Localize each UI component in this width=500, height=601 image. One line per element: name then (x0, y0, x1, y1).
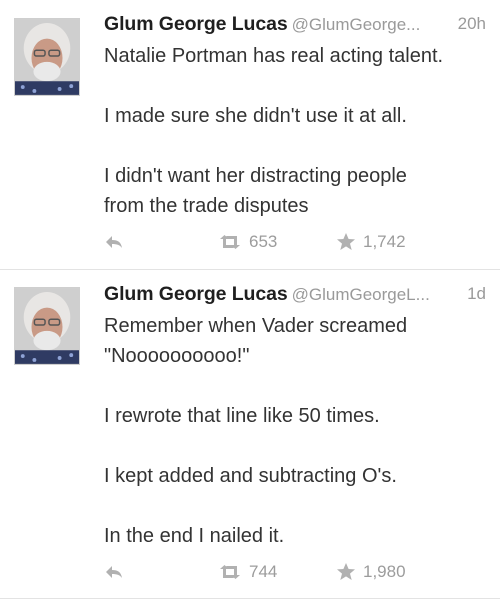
tweet-line: I didn't want her distracting people (104, 165, 407, 187)
tweet-line: from the trade disputes (104, 195, 309, 217)
timestamp[interactable]: 20h (453, 14, 486, 34)
star-icon (337, 233, 355, 250)
tweet-text: Natalie Portman has real acting talent. … (104, 41, 486, 221)
reply-button[interactable] (104, 560, 124, 584)
retweet-button[interactable]: 653 (218, 230, 277, 254)
retweet-icon (220, 565, 240, 579)
retweet-button[interactable]: 744 (218, 560, 277, 584)
retweet-icon (220, 235, 240, 249)
favorite-count: 1,980 (363, 562, 406, 581)
reply-button[interactable] (104, 230, 124, 254)
timestamp[interactable]: 1d (463, 284, 486, 304)
favorite-button[interactable]: 1,980 (336, 560, 406, 584)
avatar-image (15, 288, 79, 364)
favorite-count: 1,742 (363, 232, 406, 251)
author-name[interactable]: Glum George Lucas (104, 283, 288, 305)
tweet[interactable]: Glum George Lucas @GlumGeorgeL... 1d Reme… (0, 270, 500, 599)
reply-icon (106, 236, 122, 248)
tweet[interactable]: Glum George Lucas @GlumGeorge... 20h Nata… (0, 0, 500, 269)
avatar[interactable] (14, 287, 80, 365)
tweet-line: I rewrote that line like 50 times. (104, 405, 380, 427)
tweet-line: Natalie Portman has real acting talent. (104, 45, 444, 67)
tweet-actions: 653 1,742 (104, 230, 486, 254)
avatar-image (15, 19, 79, 95)
tweet-line: In the end I nailed it. (104, 525, 285, 547)
tweet-line: Remember when Vader screamed (104, 315, 408, 337)
avatar[interactable] (14, 18, 80, 96)
retweet-count: 653 (249, 232, 278, 251)
tweet-line: I kept added and subtracting O's. (104, 465, 397, 487)
author-handle[interactable]: @GlumGeorgeL... (292, 285, 430, 304)
tweet-actions: 744 1,980 (104, 560, 486, 584)
tweet-line: "Noooooooooo!" (104, 345, 250, 367)
retweet-count: 744 (249, 562, 278, 581)
tweet-header: Glum George Lucas @GlumGeorgeL... 1d (104, 283, 486, 309)
star-icon (337, 563, 355, 580)
author-name[interactable]: Glum George Lucas (104, 13, 288, 35)
tweet-line: I made sure she didn't use it at all. (104, 105, 407, 127)
favorite-button[interactable]: 1,742 (336, 230, 406, 254)
author-handle[interactable]: @GlumGeorge... (292, 15, 421, 34)
tweet-header: Glum George Lucas @GlumGeorge... 20h (104, 13, 486, 39)
reply-icon (106, 566, 122, 578)
tweet-divider (0, 598, 500, 599)
tweet-text: Remember when Vader screamed "Nooooooooo… (104, 311, 486, 551)
